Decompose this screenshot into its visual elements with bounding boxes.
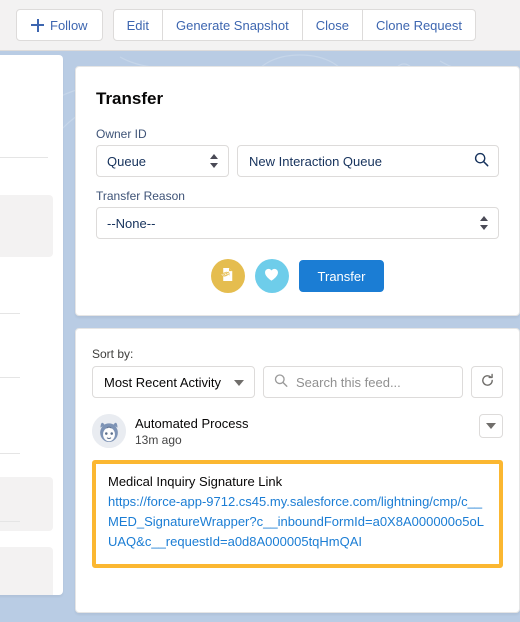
refresh-feed-button[interactable] (471, 366, 503, 398)
owner-type-value: Queue (107, 153, 147, 169)
feed-item: Automated Process 13m ago Medical Inquir… (92, 414, 503, 568)
record-action-bar: Follow Edit Generate Snapshot Close Clon… (0, 0, 520, 51)
owner-id-label: Owner ID (96, 127, 147, 141)
chevron-down-icon (234, 380, 244, 386)
owner-id-row: Queue New Interaction Queue (96, 145, 499, 177)
transfer-actions-row: Transfer (96, 259, 499, 293)
feed-post-link[interactable]: https://force-app-9712.cs45.my.salesforc… (108, 492, 487, 552)
divider (0, 157, 48, 158)
search-icon (274, 374, 288, 391)
document-transfer-icon-button[interactable] (210, 259, 245, 293)
close-button[interactable]: Close (301, 9, 363, 41)
feed-item-author[interactable]: Automated Process (135, 415, 248, 432)
feed-search-input[interactable]: Search this feed... (263, 366, 463, 398)
feed-sort-select[interactable]: Most Recent Activity (92, 366, 255, 398)
document-transfer-icon (218, 265, 237, 287)
owner-type-select[interactable]: Queue (96, 145, 229, 177)
plus-icon (31, 18, 44, 32)
divider (0, 377, 20, 378)
feed-sort-value: Most Recent Activity (104, 374, 222, 390)
follow-button-label: Follow (50, 17, 88, 33)
owner-lookup-value: New Interaction Queue (249, 153, 382, 169)
feed-search-placeholder: Search this feed... (296, 374, 401, 390)
feed-card: Sort by: Most Recent Activity Search thi… (75, 328, 520, 613)
left-column-card (0, 55, 63, 595)
heart-icon-button[interactable] (254, 259, 289, 293)
placeholder-block (0, 547, 53, 595)
feed-item-timestamp: 13m ago (135, 433, 182, 447)
transfer-reason-select[interactable]: --None-- (96, 207, 499, 239)
feed-post-title: Medical Inquiry Signature Link (108, 474, 283, 489)
divider (0, 453, 20, 454)
feed-controls: Most Recent Activity Search this feed... (92, 366, 503, 398)
placeholder-block (0, 477, 53, 531)
transfer-card: Transfer Owner ID Queue New Interaction … (75, 66, 520, 316)
heart-icon (263, 266, 280, 286)
app-root: Follow Edit Generate Snapshot Close Clon… (0, 0, 520, 622)
transfer-submit-button[interactable]: Transfer (298, 260, 385, 292)
owner-lookup-input[interactable]: New Interaction Queue (237, 145, 499, 177)
spinner-arrows-icon (480, 215, 489, 231)
transfer-reason-group: Transfer Reason --None-- (96, 189, 499, 239)
action-button-group: Edit Generate Snapshot Close Clone Reque… (112, 9, 476, 41)
divider (0, 521, 20, 522)
follow-button[interactable]: Follow (16, 9, 103, 41)
sort-by-label: Sort by: (92, 347, 134, 361)
feed-post-body: Medical Inquiry Signature Link https://f… (92, 460, 503, 568)
feed-item-menu-button[interactable] (479, 414, 503, 438)
chevron-down-icon (486, 423, 496, 429)
refresh-icon (480, 373, 495, 391)
generate-snapshot-button[interactable]: Generate Snapshot (161, 9, 303, 41)
spinner-arrows-icon (210, 153, 219, 169)
avatar (92, 414, 126, 448)
transfer-reason-label: Transfer Reason (96, 189, 185, 203)
clone-request-button[interactable]: Clone Request (361, 9, 476, 41)
feed-item-meta: Automated Process 13m ago (135, 414, 248, 449)
feed-item-header: Automated Process 13m ago (92, 414, 503, 449)
search-icon (474, 152, 489, 170)
placeholder-block (0, 195, 53, 257)
page-title: Transfer (96, 89, 164, 108)
edit-button[interactable]: Edit (112, 9, 163, 41)
divider (0, 313, 20, 314)
transfer-reason-value: --None-- (107, 215, 156, 231)
main-column: Transfer Owner ID Queue New Interaction … (75, 66, 520, 613)
astro-avatar-icon (92, 414, 126, 448)
